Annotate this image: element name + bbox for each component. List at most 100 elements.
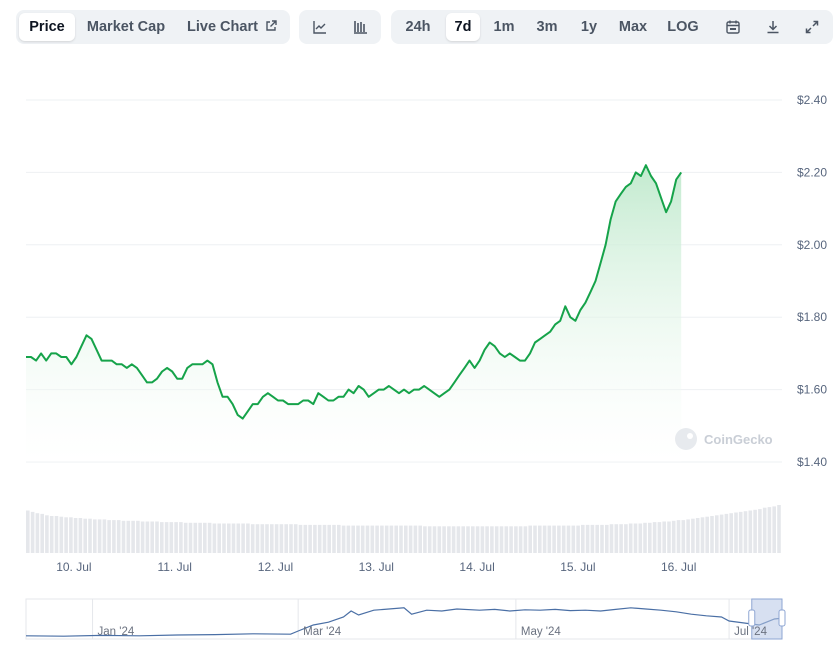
- volume-bar: [40, 513, 44, 553]
- y-tick-label: $2.00: [797, 238, 827, 252]
- volume-bar: [193, 522, 198, 553]
- volume-bar: [389, 525, 394, 553]
- volume-bar: [652, 522, 657, 553]
- x-tick-label: 14. Jul: [459, 560, 494, 574]
- volume-bar: [758, 509, 762, 553]
- coingecko-watermark: CoinGecko: [675, 428, 773, 450]
- volume-bar: [35, 513, 40, 553]
- volume-bar: [279, 524, 284, 553]
- navigator-frame: [25, 598, 783, 640]
- volume-bar: [461, 526, 465, 553]
- volume-bar: [54, 516, 59, 553]
- volume-bar: [260, 524, 265, 553]
- x-tick-label: 15. Jul: [560, 560, 595, 574]
- volume-bar: [45, 515, 49, 553]
- volume-bar: [480, 526, 485, 553]
- navigator-handle[interactable]: [778, 609, 786, 627]
- volume-bar: [748, 510, 753, 553]
- navigator-selection[interactable]: [751, 598, 783, 640]
- coingecko-logo-icon: [675, 428, 697, 450]
- volume-bar: [777, 505, 781, 553]
- x-tick-label: 12. Jul: [258, 560, 293, 574]
- volume-bar: [772, 506, 776, 553]
- volume-bar: [337, 524, 341, 553]
- volume-bar: [566, 525, 571, 553]
- volume-bar: [561, 525, 566, 553]
- volume-bar: [207, 522, 212, 553]
- volume-bar: [188, 522, 193, 553]
- volume-bar: [356, 525, 360, 553]
- volume-bar: [88, 518, 92, 553]
- volume-bar: [514, 526, 518, 553]
- volume-bar: [738, 511, 743, 553]
- y-tick-label: $1.60: [797, 383, 827, 397]
- y-tick-label: $2.40: [797, 93, 827, 107]
- navigator-label: Jan '24: [98, 626, 135, 638]
- y-tick-label: $1.40: [797, 455, 827, 469]
- navigator-handle[interactable]: [748, 609, 756, 627]
- volume-bar: [695, 518, 700, 553]
- volume-bar: [155, 521, 159, 553]
- y-tick-label: $2.20: [797, 165, 827, 179]
- volume-bar: [332, 524, 336, 553]
- volume-bar: [643, 522, 647, 553]
- volume-bar: [97, 519, 102, 553]
- volume-bar: [710, 516, 714, 553]
- volume-bar: [715, 515, 719, 553]
- volume-bar: [145, 521, 150, 553]
- volume-bar: [322, 524, 327, 553]
- navigator-series[interactable]: [25, 598, 786, 640]
- volume-bar: [408, 525, 413, 553]
- volume-bar: [26, 510, 30, 553]
- volume-bar: [490, 526, 494, 553]
- volume-bar: [131, 520, 135, 553]
- volume-bar: [451, 526, 456, 553]
- volume-bar: [447, 526, 451, 553]
- volume-bar: [341, 525, 346, 553]
- volume-bar: [289, 524, 293, 553]
- volume-bar: [667, 521, 671, 553]
- volume-bar: [743, 511, 748, 553]
- navigator-line: [25, 607, 783, 637]
- volume-bar: [542, 525, 547, 553]
- volume-bar: [600, 524, 604, 553]
- volume-bar: [174, 522, 178, 553]
- volume-bar: [691, 518, 695, 553]
- price-chart[interactable]: CoinGecko $2.40 $2.20 $2.00 $1.80 $1.60 $1.40…: [0, 0, 833, 600]
- volume-bar: [581, 524, 585, 553]
- volume-bar: [619, 524, 623, 553]
- volume-bar: [471, 526, 475, 553]
- volume-bar: [327, 524, 331, 553]
- volume-bar: [767, 507, 772, 553]
- volume-bar: [413, 525, 418, 553]
- volume-bar: [681, 520, 686, 553]
- navigator-label: Mar '24: [303, 626, 342, 638]
- volume-bar: [633, 523, 638, 553]
- volume-bar: [59, 516, 64, 553]
- volume-bar: [93, 519, 97, 553]
- volume-bar: [179, 522, 183, 553]
- volume-bar: [700, 517, 705, 553]
- volume-bar: [762, 507, 767, 553]
- volume-bar: [370, 525, 375, 553]
- volume-bar: [475, 526, 480, 553]
- volume-bar: [509, 526, 513, 553]
- volume-bar: [246, 523, 250, 553]
- volume-bar: [590, 524, 595, 553]
- volume-bar: [255, 524, 260, 553]
- volume-bars: [26, 505, 781, 553]
- volume-bar: [427, 526, 432, 553]
- volume-bar: [380, 525, 384, 553]
- volume-bar: [212, 523, 217, 553]
- volume-bar: [169, 522, 174, 553]
- x-tick-label: 10. Jul: [56, 560, 91, 574]
- volume-bar: [638, 523, 643, 553]
- volume-bar: [107, 520, 111, 553]
- volume-bar: [624, 524, 628, 553]
- volume-bar: [494, 526, 499, 553]
- volume-bar: [528, 525, 532, 553]
- volume-bar: [78, 518, 83, 553]
- volume-bar: [609, 524, 614, 553]
- volume-bar: [284, 524, 288, 553]
- navigator-label: Jul '24: [734, 626, 767, 638]
